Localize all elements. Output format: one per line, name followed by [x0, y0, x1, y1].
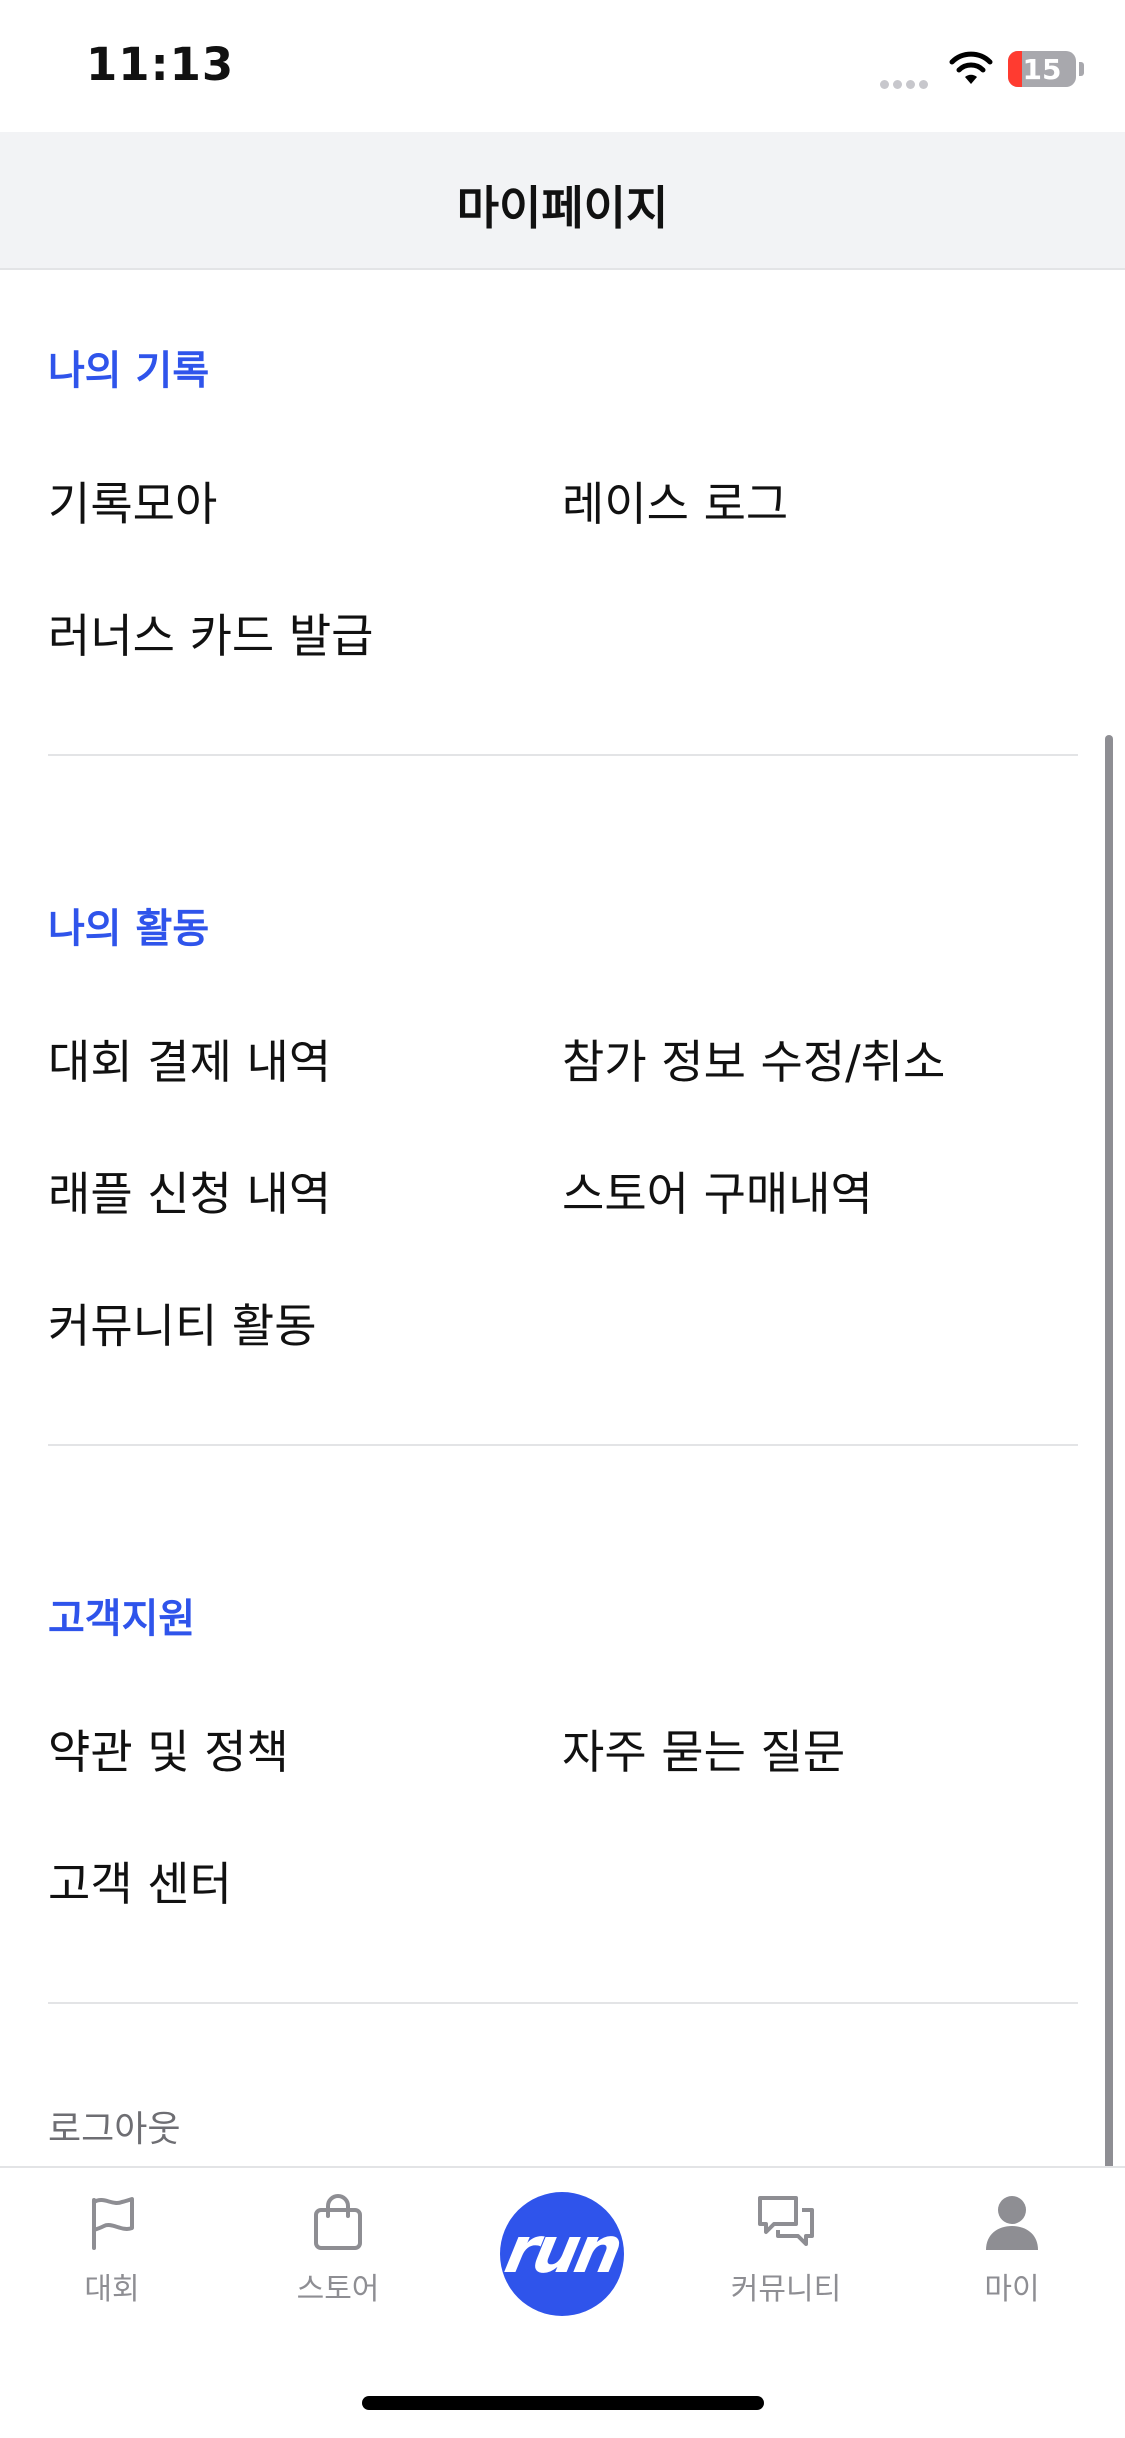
- flag-icon: [92, 2197, 134, 2250]
- page-header: 마이페이지: [0, 132, 1125, 270]
- person-icon: [986, 2196, 1038, 2250]
- menu-item-terms-policy[interactable]: 약관 및 정책: [48, 1716, 289, 1782]
- page-title: 마이페이지: [456, 181, 669, 235]
- battery-icon: 15: [1008, 51, 1076, 87]
- run-logo: run: [498, 2214, 626, 2288]
- menu-item-customer-center[interactable]: 고객 센터: [48, 1848, 232, 1914]
- tab-label: 마이: [984, 2272, 1040, 2307]
- menu-item-store-purchases[interactable]: 스토어 구매내역: [562, 1158, 873, 1224]
- chat-bubbles-icon: [758, 2196, 814, 2246]
- wifi-icon: [949, 51, 993, 84]
- status-time: 11:13: [86, 38, 235, 91]
- battery-nub: [1079, 62, 1084, 76]
- menu-item-faq[interactable]: 자주 묻는 질문: [562, 1716, 845, 1782]
- menu-item-race-payment-history[interactable]: 대회 결제 내역: [48, 1026, 331, 1092]
- battery-level: 15: [1022, 53, 1062, 86]
- tab-label: 대회: [84, 2272, 140, 2307]
- section-title-customer-support: 고객지원: [48, 1596, 196, 1642]
- section-divider: [48, 754, 1078, 756]
- scrollbar[interactable]: [1105, 735, 1113, 2250]
- run-home-button[interactable]: run: [499, 2192, 625, 2316]
- signal-dots-icon: [880, 74, 932, 93]
- menu-item-raffle-history[interactable]: 래플 신청 내역: [48, 1158, 331, 1224]
- home-indicator[interactable]: [362, 2396, 764, 2410]
- menu-item-runners-card[interactable]: 러너스 카드 발급: [48, 600, 373, 666]
- section-title-my-records: 나의 기록: [48, 348, 210, 394]
- menu-item-record-collection[interactable]: 기록모아: [48, 468, 217, 534]
- menu-item-entry-edit-cancel[interactable]: 참가 정보 수정/취소: [562, 1026, 945, 1092]
- menu-item-race-log[interactable]: 레이스 로그: [562, 468, 788, 534]
- logout-button[interactable]: 로그아웃: [48, 2100, 180, 2152]
- tab-label: 스토어: [296, 2272, 380, 2307]
- section-divider: [48, 1444, 1078, 1446]
- status-bar: 11:13 15: [0, 0, 1125, 132]
- tab-label: 커뮤니티: [730, 2272, 842, 2307]
- mypage-content[interactable]: 나의 기록 기록모아 레이스 로그 러너스 카드 발급 나의 활동 대회 결제 …: [0, 270, 1125, 2166]
- section-title-my-activity: 나의 활동: [48, 906, 210, 952]
- shopping-bag-icon: [314, 2194, 362, 2250]
- menu-item-community-activity[interactable]: 커뮤니티 활동: [48, 1290, 317, 1356]
- section-divider: [48, 2002, 1078, 2004]
